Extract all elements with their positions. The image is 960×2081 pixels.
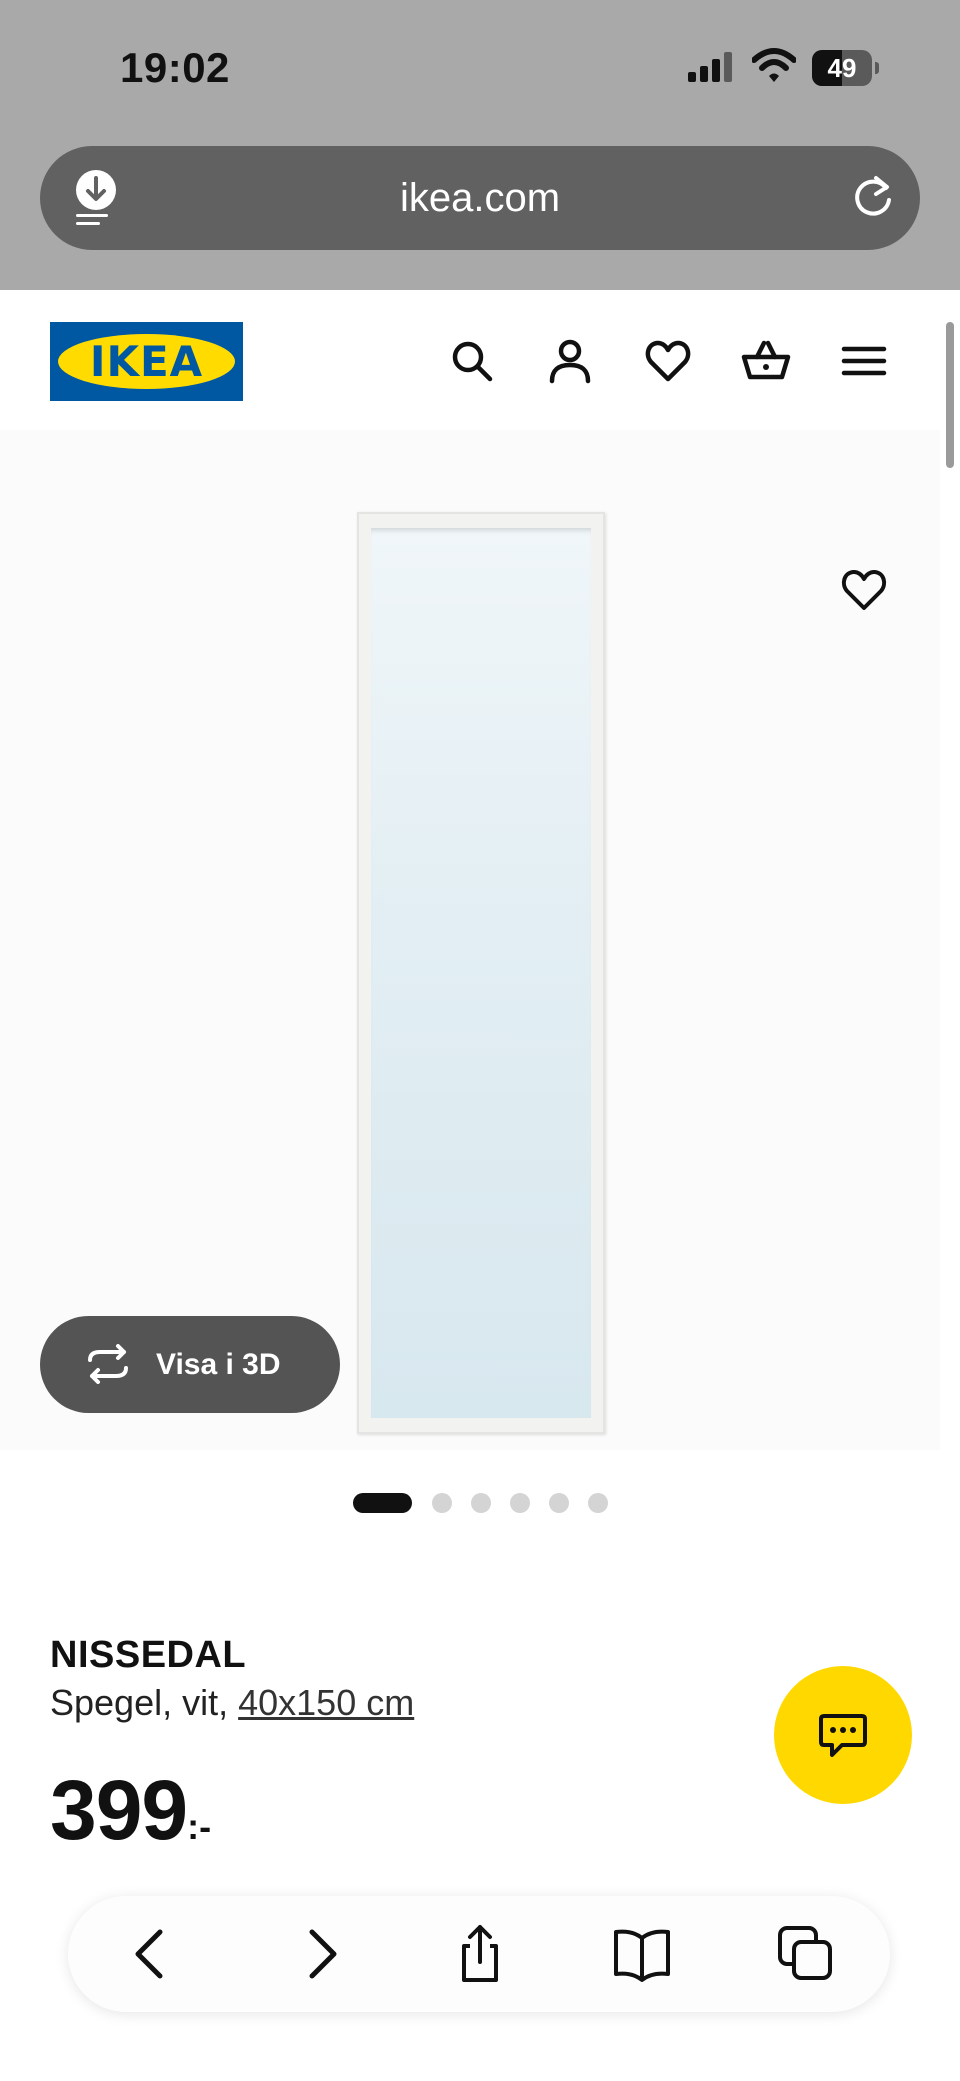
gallery-dot-active[interactable]	[353, 1493, 412, 1513]
gallery-dot[interactable]	[432, 1493, 452, 1513]
rotate-3d-icon	[88, 1344, 128, 1384]
chat-bubble-icon	[819, 1714, 867, 1757]
forward-arrow-icon[interactable]	[290, 1924, 350, 1984]
chat-button[interactable]	[774, 1666, 912, 1804]
search-icon[interactable]	[446, 335, 498, 387]
hamburger-menu-icon[interactable]	[838, 335, 890, 387]
address-bar[interactable]: ikea.com	[40, 146, 920, 250]
battery-indicator: 49	[812, 50, 879, 86]
back-arrow-icon[interactable]	[122, 1924, 182, 1984]
add-to-favourites-heart-icon[interactable]	[838, 564, 890, 616]
scrollbar-thumb[interactable]	[946, 322, 954, 468]
view-in-3d-label: Visa i 3D	[156, 1348, 281, 1381]
bookmarks-icon[interactable]	[612, 1924, 672, 1984]
mirror-glass	[371, 528, 591, 1418]
gallery-dot[interactable]	[471, 1493, 491, 1513]
product-type: Spegel, vit,	[50, 1682, 239, 1723]
heart-icon[interactable]	[642, 335, 694, 387]
price-suffix: :-	[187, 1806, 212, 1847]
shopping-basket-icon[interactable]	[740, 335, 792, 387]
ikea-logo[interactable]: IKEA	[50, 322, 243, 401]
product-description: Spegel, vit, 40x150 cm	[50, 1682, 414, 1724]
view-in-3d-button[interactable]: Visa i 3D	[40, 1316, 340, 1413]
gallery-dot[interactable]	[549, 1493, 569, 1513]
account-icon[interactable]	[544, 335, 596, 387]
product-name: NISSEDAL	[50, 1634, 247, 1676]
price-amount: 399	[50, 1763, 188, 1857]
gallery-dot[interactable]	[510, 1493, 530, 1513]
wifi-icon	[752, 48, 796, 82]
product-size-link[interactable]: 40x150 cm	[238, 1682, 414, 1723]
status-time: 19:02	[120, 44, 230, 91]
share-icon[interactable]	[450, 1924, 510, 1984]
url-text[interactable]: ikea.com	[40, 146, 920, 250]
browser-toolbar	[68, 1896, 890, 2012]
tabs-icon[interactable]	[776, 1924, 836, 1984]
product-price: 399:-	[50, 1762, 211, 1859]
logo-text: IKEA	[89, 337, 204, 386]
battery-percent: 49	[827, 53, 857, 83]
cellular-signal-icon	[688, 52, 732, 82]
reload-icon[interactable]	[850, 174, 896, 220]
gallery-dot[interactable]	[588, 1493, 608, 1513]
